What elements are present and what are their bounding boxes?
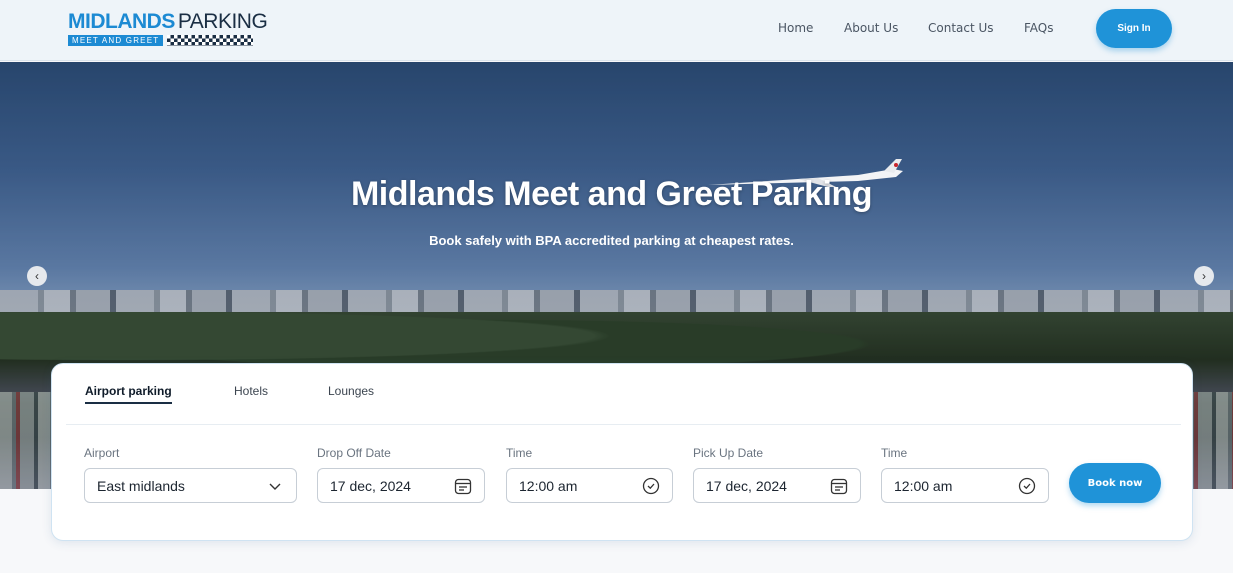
pickup-date-value: 17 dec, 2024	[706, 477, 787, 494]
hero-subtitle: Book safely with BPA accredited parking …	[429, 233, 794, 248]
pickup-time-label: Time	[881, 446, 908, 460]
airport-label: Airport	[84, 446, 120, 460]
nav-item-home[interactable]: Home	[778, 21, 813, 35]
logo-name-part2: PARKING	[177, 10, 268, 33]
dropoff-date-field[interactable]: 17 dec, 2024	[317, 468, 485, 503]
logo-tagline-row: MEET AND GREET	[68, 35, 298, 46]
dropoff-date-label: Drop Off Date	[317, 446, 391, 460]
tab-lounges[interactable]: Lounges	[328, 384, 374, 398]
carousel-next-button[interactable]: ›	[1194, 266, 1214, 286]
chevron-down-icon	[265, 476, 285, 496]
airport-select[interactable]: East midlands	[84, 468, 297, 503]
site-logo[interactable]: MIDLANDS PARKING MEET AND GREET	[68, 10, 298, 50]
checkered-flag-icon	[167, 35, 254, 46]
site-header: MIDLANDS PARKING MEET AND GREET Home Abou…	[0, 0, 1233, 61]
calendar-icon[interactable]	[829, 476, 849, 496]
dropoff-date-value: 17 dec, 2024	[330, 477, 411, 494]
dropoff-time-field[interactable]: 12:00 am	[506, 468, 673, 503]
logo-tagline: MEET AND GREET	[68, 35, 164, 46]
logo-wordmark: MIDLANDS PARKING	[68, 10, 298, 34]
airport-value: East midlands	[97, 477, 185, 494]
logo-name-part1: MIDLANDS	[68, 10, 175, 33]
sign-in-button[interactable]: Sign In	[1096, 9, 1172, 48]
hero-title: Midlands Meet and Greet Parking	[350, 175, 873, 213]
nav-item-about-us[interactable]: About Us	[844, 21, 898, 35]
chevron-right-icon: ›	[1202, 269, 1206, 283]
tab-airport-parking[interactable]: Airport parking	[85, 384, 172, 404]
booking-card: Airport parking Hotels Lounges Airport E…	[51, 363, 1193, 541]
nav-item-contact-us[interactable]: Contact Us	[928, 21, 994, 35]
book-now-button[interactable]: Book now	[1069, 463, 1161, 503]
carousel-prev-button[interactable]: ‹	[27, 266, 47, 286]
dropoff-time-value: 12:00 am	[519, 477, 578, 494]
dropoff-time-label: Time	[506, 446, 533, 460]
tabs-divider	[66, 424, 1181, 425]
clock-icon[interactable]	[1017, 476, 1037, 496]
clock-icon[interactable]	[641, 476, 661, 496]
pickup-time-value: 12:00 am	[894, 477, 953, 494]
pickup-date-field[interactable]: 17 dec, 2024	[693, 468, 861, 503]
chevron-left-icon: ‹	[35, 269, 39, 283]
nav-item-faqs[interactable]: FAQs	[1024, 21, 1054, 35]
calendar-icon[interactable]	[453, 476, 473, 496]
pickup-date-label: Pick Up Date	[693, 446, 764, 460]
pickup-time-field[interactable]: 12:00 am	[881, 468, 1049, 503]
tab-hotels[interactable]: Hotels	[234, 384, 268, 398]
